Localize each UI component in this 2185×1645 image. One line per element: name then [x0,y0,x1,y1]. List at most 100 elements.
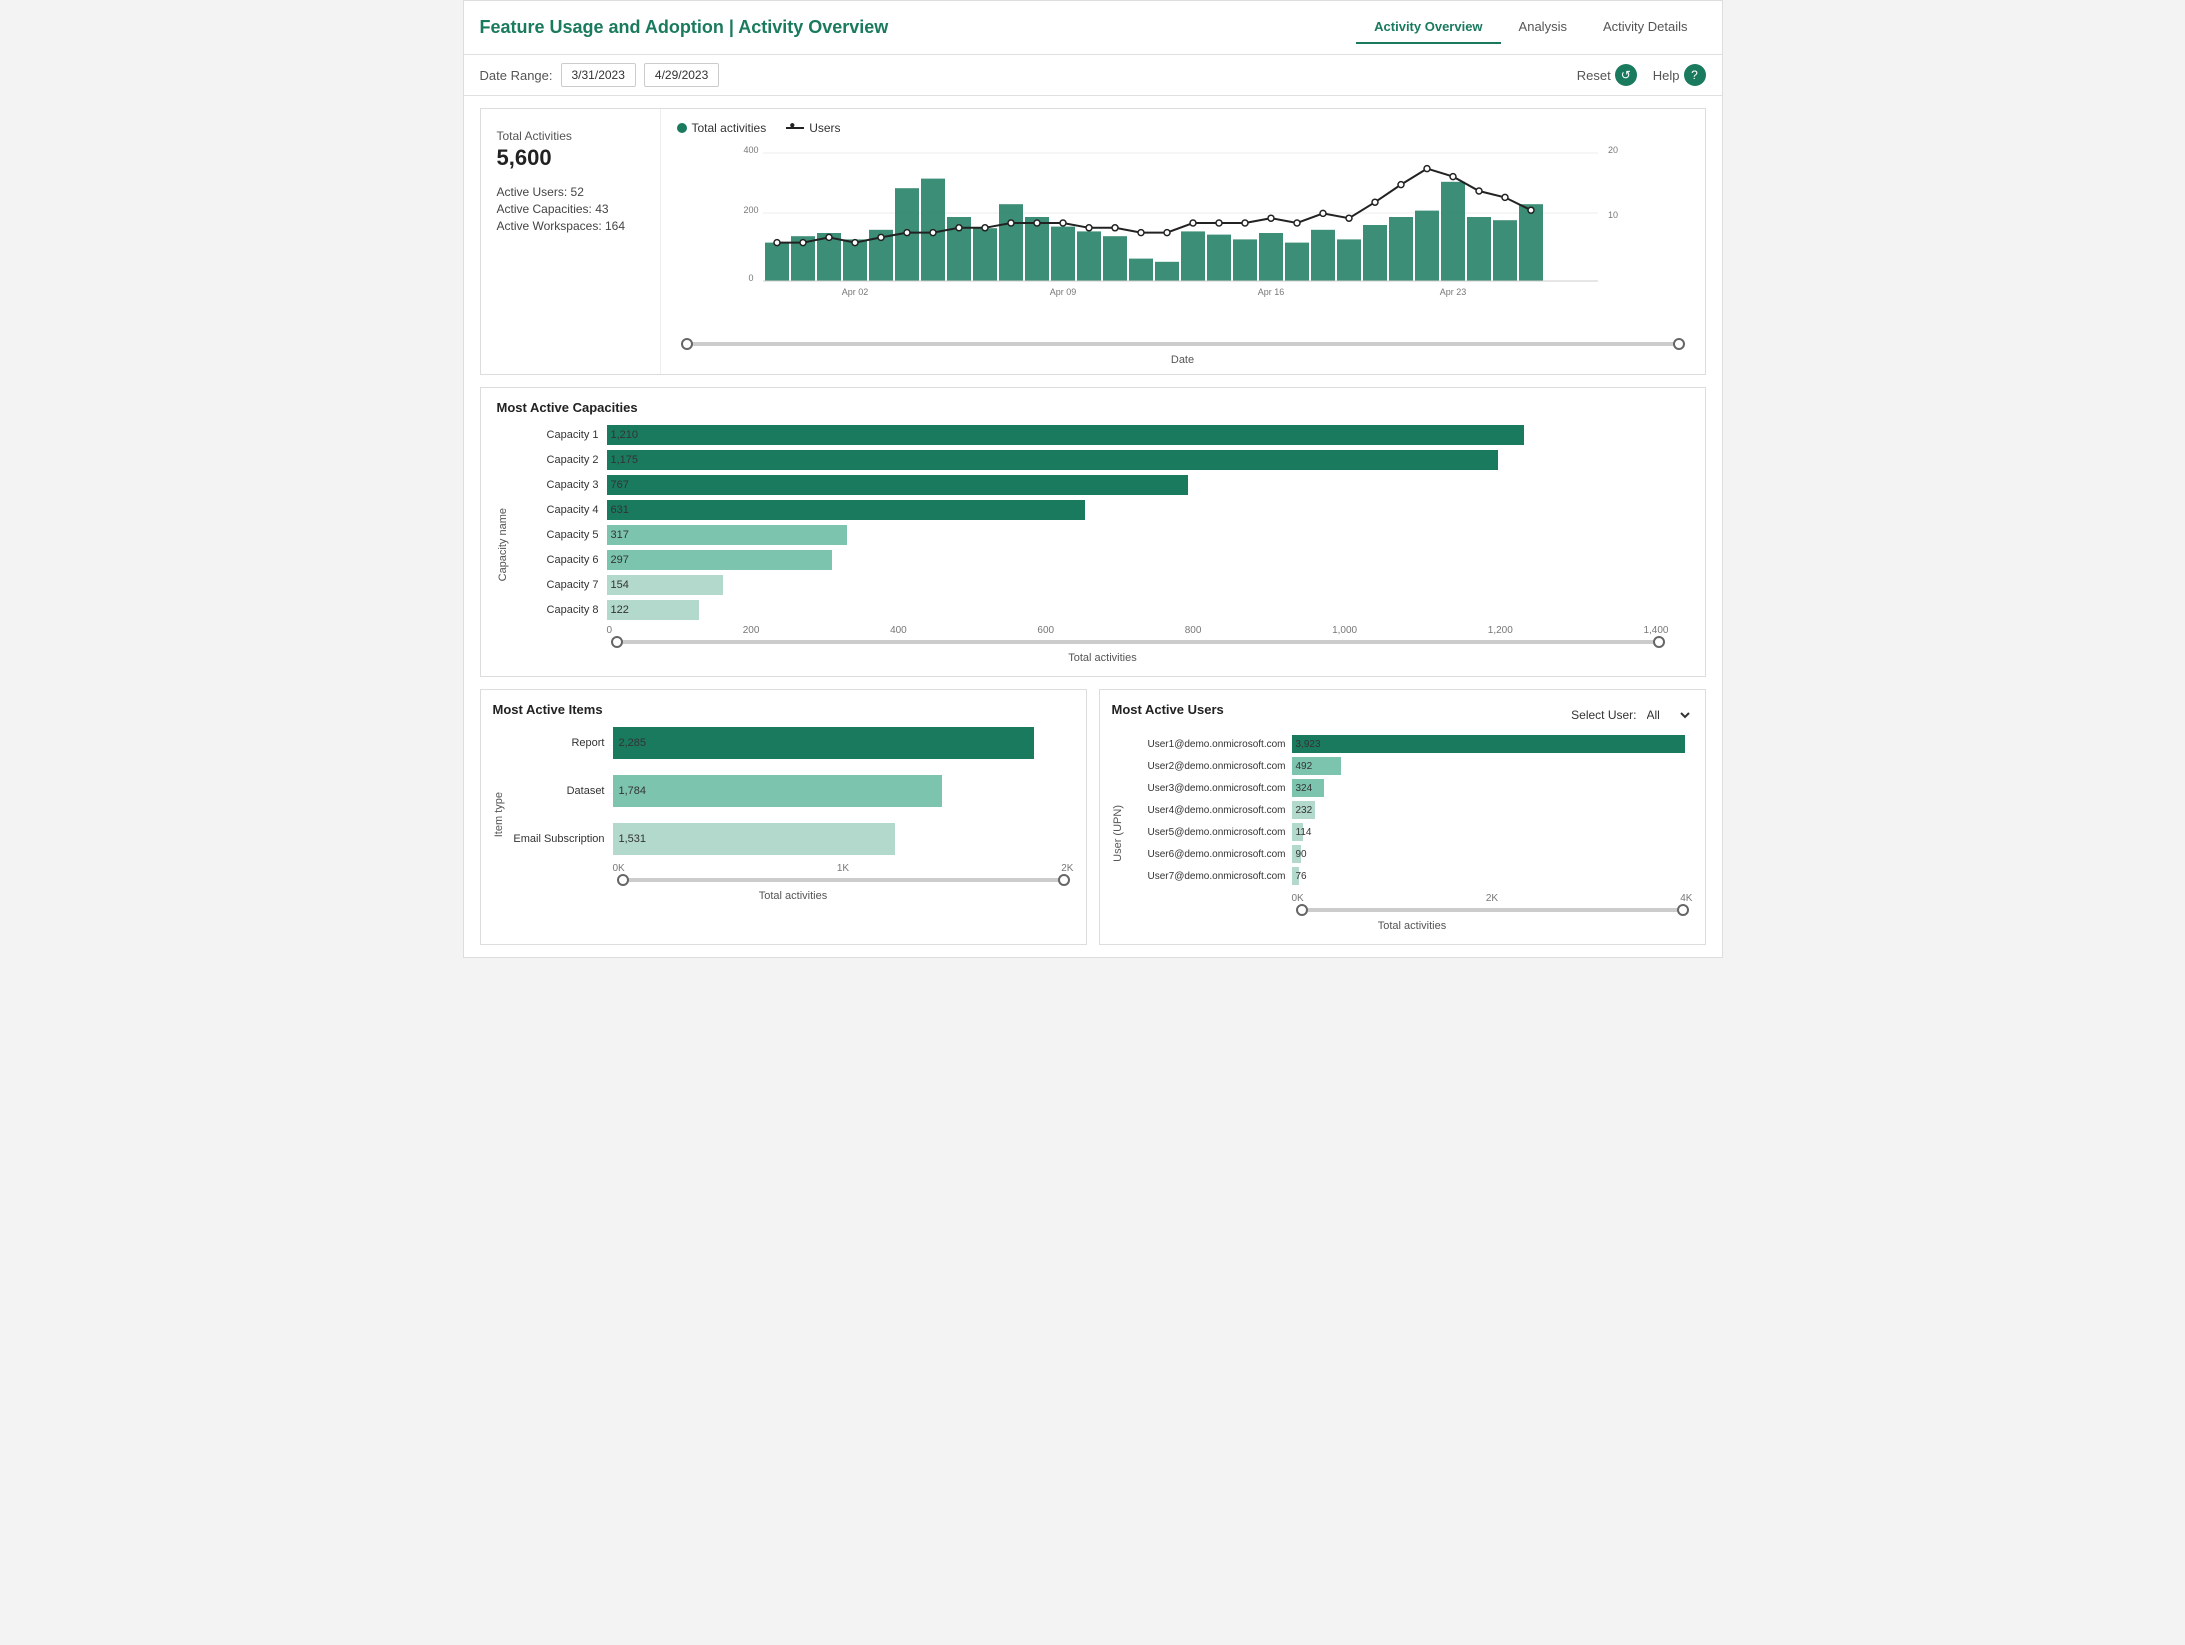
item-value-email: 1,531 [619,833,647,845]
capacity-row-2: Capacity 2 1,175 [517,450,1669,470]
top-panel: Total Activities 5,600 Active Users: 52 … [480,108,1706,375]
capacity-name-5: Capacity 5 [517,529,607,541]
svg-text:200: 200 [743,205,758,215]
user-row-7: User7@demo.onmicrosoft.com 76 [1132,867,1693,885]
capacity-value-5: 317 [611,529,629,541]
capacity-bar-fill-7: 154 [607,575,724,595]
active-workspaces-value: 164 [605,219,625,233]
capacity-name-1: Capacity 1 [517,429,607,441]
user-name-4: User4@demo.onmicrosoft.com [1132,805,1292,816]
toolbar-right: Reset ↺ Help ? [1577,64,1706,86]
items-y-axis-wrap: Item type [493,727,509,902]
user-row-2: User2@demo.onmicrosoft.com 492 [1132,757,1693,775]
user-bar-fill-4: 232 [1292,801,1315,819]
user-value-7: 76 [1296,871,1307,882]
users-y-axis-wrap: User (UPN) [1112,735,1128,932]
capacities-panel: Most Active Capacities Capacity name Cap… [480,387,1706,677]
capacity-x-tick-1000: 1,000 [1332,625,1357,636]
time-chart-slider-thumb-right[interactable] [1673,338,1685,350]
active-capacities-value: 43 [595,202,608,216]
select-user-dropdown[interactable]: All [1643,707,1693,723]
total-activities-label: Total Activities [497,129,644,143]
capacities-slider-thumb-right[interactable] [1653,636,1665,648]
items-slider[interactable] [613,874,1074,886]
capacity-bar-fill-6: 297 [607,550,832,570]
capacity-bar-fill-3: 767 [607,475,1189,495]
capacity-x-tick-200: 200 [743,625,760,636]
item-name-email: Email Subscription [513,833,613,845]
capacity-bar-fill-4: 631 [607,500,1086,520]
user-row-3: User3@demo.onmicrosoft.com 324 [1132,779,1693,797]
reset-button[interactable]: Reset ↺ [1577,64,1637,86]
active-users-line: Active Users: 52 [497,185,644,199]
capacity-row-5: Capacity 5 317 [517,525,1669,545]
reset-label: Reset [1577,68,1611,83]
tab-activity-details[interactable]: Activity Details [1585,11,1706,44]
user-row-6: User6@demo.onmicrosoft.com 90 [1132,845,1693,863]
users-slider[interactable] [1292,904,1693,916]
items-slider-thumb-left[interactable] [617,874,629,886]
date-start-button[interactable]: 3/31/2023 [561,63,636,87]
user-value-3: 324 [1296,783,1313,794]
user-row-4: User4@demo.onmicrosoft.com 232 [1132,801,1693,819]
help-button[interactable]: Help ? [1653,64,1706,86]
svg-text:Apr 02: Apr 02 [841,287,868,297]
capacity-value-7: 154 [611,579,629,591]
capacities-slider[interactable] [607,636,1669,648]
capacities-y-axis-label: Capacity name [497,508,509,581]
capacity-name-7: Capacity 7 [517,579,607,591]
item-bar-fill-report: 2,285 [613,727,1034,759]
main-content: Total Activities 5,600 Active Users: 52 … [464,96,1722,957]
tab-analysis[interactable]: Analysis [1501,11,1585,44]
item-name-report: Report [513,737,613,749]
reset-icon: ↺ [1615,64,1637,86]
svg-text:10: 10 [1607,210,1617,220]
select-user-wrap: Select User: All [1571,707,1692,723]
capacity-bar-track-2: 1,175 [607,450,1669,470]
header: Feature Usage and Adoption | Activity Ov… [464,1,1722,55]
svg-text:Apr 23: Apr 23 [1439,287,1466,297]
tab-activity-overview[interactable]: Activity Overview [1356,11,1500,44]
user-bar-track-4: 232 [1292,801,1693,819]
user-value-1: 3,923 [1296,739,1321,750]
active-users-panel: Most Active Users Select User: All User … [1099,689,1706,945]
user-bar-fill-6: 90 [1292,845,1301,863]
capacity-name-3: Capacity 3 [517,479,607,491]
capacity-bar-fill-1: 1,210 [607,425,1525,445]
users-slider-thumb-right[interactable] [1677,904,1689,916]
items-bars-body: Report 2,285 Dataset 1,784 [513,727,1074,902]
user-bar-track-1: 3,923 [1292,735,1693,753]
capacity-value-4: 631 [611,504,629,516]
user-name-2: User2@demo.onmicrosoft.com [1132,761,1292,772]
capacity-bar-fill-2: 1,175 [607,450,1498,470]
capacity-x-tick-600: 600 [1037,625,1054,636]
users-slider-thumb-left[interactable] [1296,904,1308,916]
user-name-6: User6@demo.onmicrosoft.com [1132,849,1292,860]
user-bar-track-2: 492 [1292,757,1693,775]
capacity-bar-fill-8: 122 [607,600,699,620]
items-x-ticks: 0K 1K 2K [513,863,1074,874]
capacity-row-3: Capacity 3 767 [517,475,1669,495]
capacities-slider-thumb-left[interactable] [611,636,623,648]
capacity-bar-track-4: 631 [607,500,1669,520]
time-chart-svg: 400 200 0 20 10 [677,143,1689,338]
user-bar-fill-3: 324 [1292,779,1324,797]
capacity-bar-track-5: 317 [607,525,1669,545]
capacity-bar-track-1: 1,210 [607,425,1669,445]
legend-users-label: Users [809,121,840,135]
users-y-axis-label: User (UPN) [1112,805,1124,862]
user-name-3: User3@demo.onmicrosoft.com [1132,783,1292,794]
capacity-row-1: Capacity 1 1,210 [517,425,1669,445]
time-chart-slider-thumb-left[interactable] [681,338,693,350]
time-chart-slider[interactable] [677,338,1689,350]
total-activities-value: 5,600 [497,145,644,171]
user-bar-track-7: 76 [1292,867,1693,885]
date-end-button[interactable]: 4/29/2023 [644,63,719,87]
capacity-x-tick-0: 0 [607,625,613,636]
svg-text:0: 0 [748,273,753,283]
item-bar-track-dataset: 1,784 [613,775,1074,807]
items-slider-thumb-right[interactable] [1058,874,1070,886]
item-row-report: Report 2,285 [513,727,1074,759]
capacity-row-8: Capacity 8 122 [517,600,1669,620]
capacity-row-6: Capacity 6 297 [517,550,1669,570]
